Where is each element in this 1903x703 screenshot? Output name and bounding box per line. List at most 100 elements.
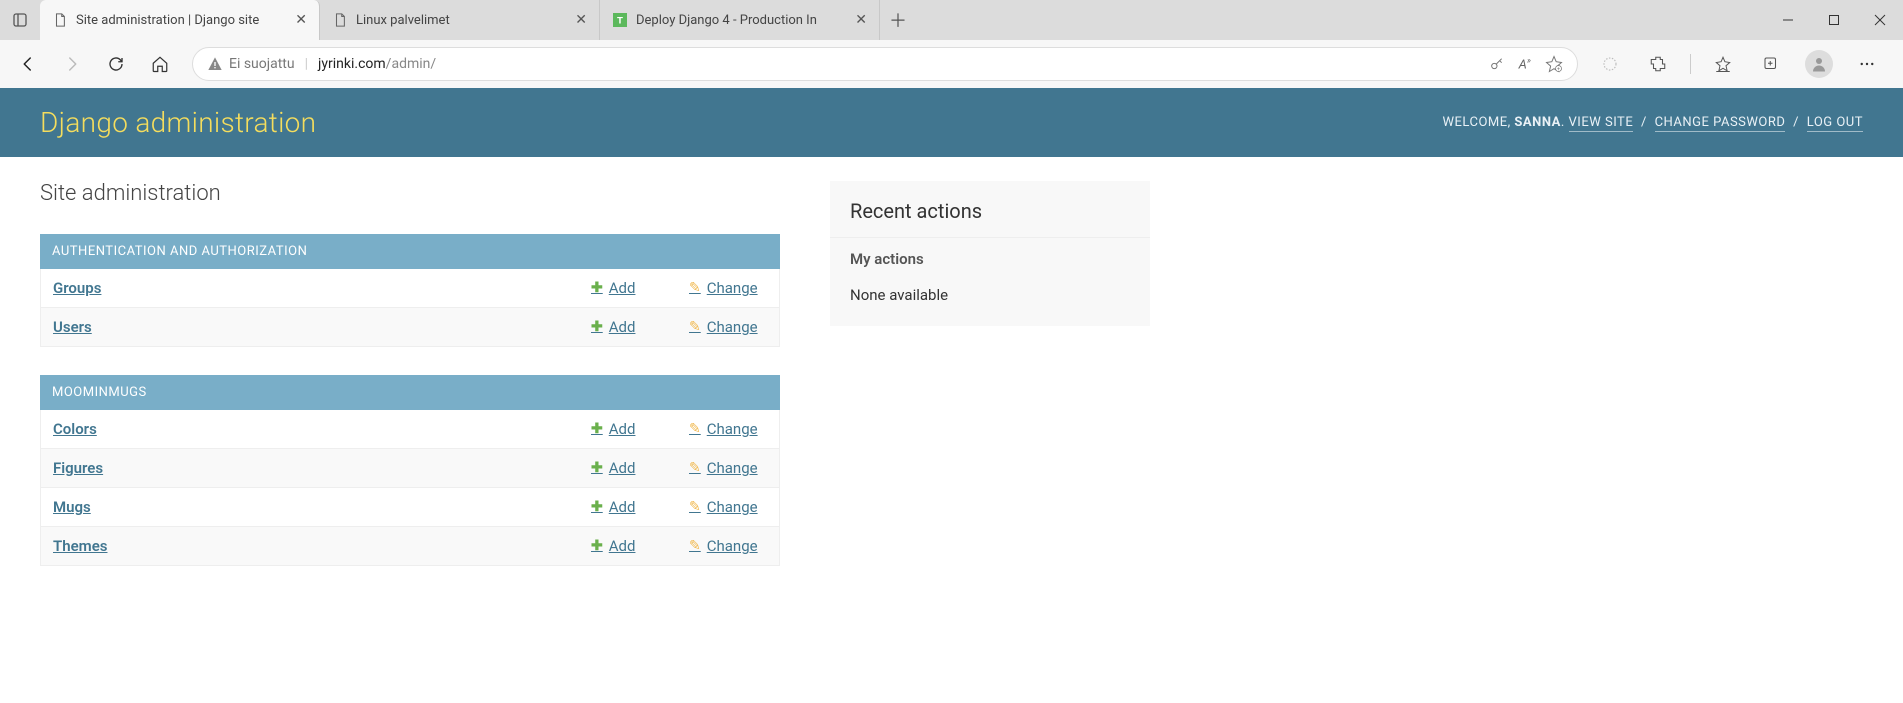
page-icon bbox=[332, 12, 348, 28]
tab[interactable]: T Deploy Django 4 - Production In ✕ bbox=[600, 0, 880, 40]
tab-active[interactable]: Site administration | Django site ✕ bbox=[40, 0, 320, 40]
separator bbox=[1690, 54, 1691, 74]
change-link[interactable]: ✎ Change bbox=[689, 279, 767, 297]
add-label: Add bbox=[609, 459, 636, 477]
tab-title: Deploy Django 4 - Production In bbox=[636, 13, 847, 28]
model-link[interactable]: Mugs bbox=[53, 498, 571, 516]
change-password-link[interactable]: CHANGE PASSWORD bbox=[1655, 115, 1786, 132]
user-tools: WELCOME, SANNA. VIEW SITE / CHANGE PASSW… bbox=[1442, 115, 1863, 130]
extension-button[interactable] bbox=[1590, 44, 1630, 84]
add-label: Add bbox=[609, 420, 636, 438]
close-icon[interactable]: ✕ bbox=[855, 12, 867, 28]
logout-link[interactable]: LOG OUT bbox=[1807, 115, 1863, 132]
model-row: Themes ✚ Add ✎Change bbox=[40, 527, 780, 566]
recent-actions: Recent actions My actions None available bbox=[830, 181, 1150, 326]
browser-toolbar: Ei suojattu | jyrinki.com/admin/ A» + bbox=[0, 40, 1903, 88]
favorite-icon[interactable]: + bbox=[1545, 55, 1563, 73]
model-row: Figures ✚ Add ✎Change bbox=[40, 449, 780, 488]
warning-icon bbox=[207, 56, 223, 72]
tab-actions-button[interactable] bbox=[0, 0, 40, 40]
forward-button[interactable] bbox=[52, 44, 92, 84]
add-link[interactable]: ✚ Add bbox=[591, 537, 669, 555]
app-module: MOOMINMUGSColors✚Add✎ChangeFigures✚Add✎C… bbox=[40, 375, 780, 566]
model-link[interactable]: Groups bbox=[53, 279, 571, 297]
plus-icon: ✚ bbox=[591, 319, 603, 335]
close-icon[interactable]: ✕ bbox=[295, 12, 307, 28]
plus-icon: ✚ bbox=[591, 538, 603, 554]
svg-text:+: + bbox=[1557, 66, 1560, 72]
add-link[interactable]: ✚ Add bbox=[591, 279, 669, 297]
add-link[interactable]: ✚ Add bbox=[591, 318, 669, 336]
profile-button[interactable] bbox=[1799, 44, 1839, 84]
add-label: Add bbox=[609, 318, 636, 336]
change-label: Change bbox=[707, 537, 758, 555]
add-link[interactable]: ✚ Add bbox=[591, 459, 669, 477]
change-link[interactable]: ✎Change bbox=[689, 537, 767, 555]
add-label: Add bbox=[609, 279, 636, 297]
pencil-icon: ✎ bbox=[689, 421, 701, 437]
plus-icon: ✚ bbox=[591, 460, 603, 476]
app-caption[interactable]: MOOMINMUGS bbox=[40, 375, 780, 410]
model-row: Colors ✚Add ✎ Change bbox=[40, 410, 780, 449]
pencil-icon: ✎ bbox=[689, 460, 701, 476]
maximize-button[interactable] bbox=[1811, 0, 1857, 40]
model-link[interactable]: Users bbox=[53, 318, 571, 336]
address-bar[interactable]: Ei suojattu | jyrinki.com/admin/ A» + bbox=[192, 47, 1578, 81]
pencil-icon: ✎ bbox=[689, 319, 701, 335]
pencil-icon: ✎ bbox=[689, 280, 701, 296]
minimize-button[interactable] bbox=[1765, 0, 1811, 40]
change-link[interactable]: ✎Change bbox=[689, 459, 767, 477]
change-link[interactable]: ✎ Change bbox=[689, 318, 767, 336]
view-site-link[interactable]: VIEW SITE bbox=[1569, 115, 1634, 132]
security-label: Ei suojattu bbox=[229, 56, 295, 72]
tab-title: Site administration | Django site bbox=[76, 13, 287, 28]
username: SANNA bbox=[1514, 115, 1560, 130]
app-module: AUTHENTICATION AND AUTHORIZATION Groups ✚ A… bbox=[40, 234, 780, 347]
recent-actions-empty: None available bbox=[830, 276, 1150, 326]
reload-button[interactable] bbox=[96, 44, 136, 84]
separator: | bbox=[305, 56, 308, 72]
model-link[interactable]: Figures bbox=[53, 459, 571, 477]
home-button[interactable] bbox=[140, 44, 180, 84]
tab-title: Linux palvelimet bbox=[356, 13, 567, 28]
model-link[interactable]: Colors bbox=[53, 420, 571, 438]
new-tab-button[interactable]: ＋ bbox=[880, 7, 916, 33]
collections-icon[interactable] bbox=[1751, 44, 1791, 84]
model-link[interactable]: Themes bbox=[53, 537, 571, 555]
django-brand[interactable]: Django administration bbox=[40, 106, 316, 139]
extensions-icon[interactable] bbox=[1638, 44, 1678, 84]
more-menu-button[interactable] bbox=[1847, 44, 1887, 84]
page-title: Site administration bbox=[40, 181, 780, 206]
pencil-icon: ✎ bbox=[689, 499, 701, 515]
svg-text:T: T bbox=[617, 16, 623, 27]
change-label: Change bbox=[707, 279, 758, 297]
close-icon[interactable]: ✕ bbox=[575, 12, 587, 28]
plus-icon: ✚ bbox=[591, 280, 603, 296]
key-icon[interactable] bbox=[1489, 56, 1505, 72]
add-label: Add bbox=[609, 498, 636, 516]
model-row: Groups ✚ Add ✎ Change bbox=[40, 269, 780, 308]
django-content: Site administration AUTHENTICATION AND A… bbox=[0, 157, 1903, 618]
plus-icon: ✚ bbox=[591, 499, 603, 515]
add-label: Add bbox=[609, 537, 636, 555]
page-icon bbox=[52, 12, 68, 28]
favorites-bar-icon[interactable] bbox=[1703, 44, 1743, 84]
main-column: Site administration AUTHENTICATION AND A… bbox=[40, 181, 780, 594]
back-button[interactable] bbox=[8, 44, 48, 84]
change-link[interactable]: ✎ Change bbox=[689, 498, 767, 516]
change-label: Change bbox=[707, 498, 758, 516]
change-label: Change bbox=[707, 318, 758, 336]
change-link[interactable]: ✎ Change bbox=[689, 420, 767, 438]
welcome-label: WELCOME, bbox=[1442, 115, 1510, 130]
add-link[interactable]: ✚ Add bbox=[591, 498, 669, 516]
not-secure-indicator[interactable]: Ei suojattu bbox=[207, 56, 295, 72]
window-controls bbox=[1765, 0, 1903, 40]
add-link[interactable]: ✚Add bbox=[591, 420, 669, 438]
close-window-button[interactable] bbox=[1857, 0, 1903, 40]
app-caption[interactable]: AUTHENTICATION AND AUTHORIZATION bbox=[40, 234, 780, 269]
avatar-icon bbox=[1805, 50, 1833, 78]
change-label: Change bbox=[707, 420, 758, 438]
read-aloud-icon[interactable]: A» bbox=[1519, 56, 1531, 72]
tab[interactable]: Linux palvelimet ✕ bbox=[320, 0, 600, 40]
my-actions-label: My actions bbox=[830, 237, 1150, 276]
